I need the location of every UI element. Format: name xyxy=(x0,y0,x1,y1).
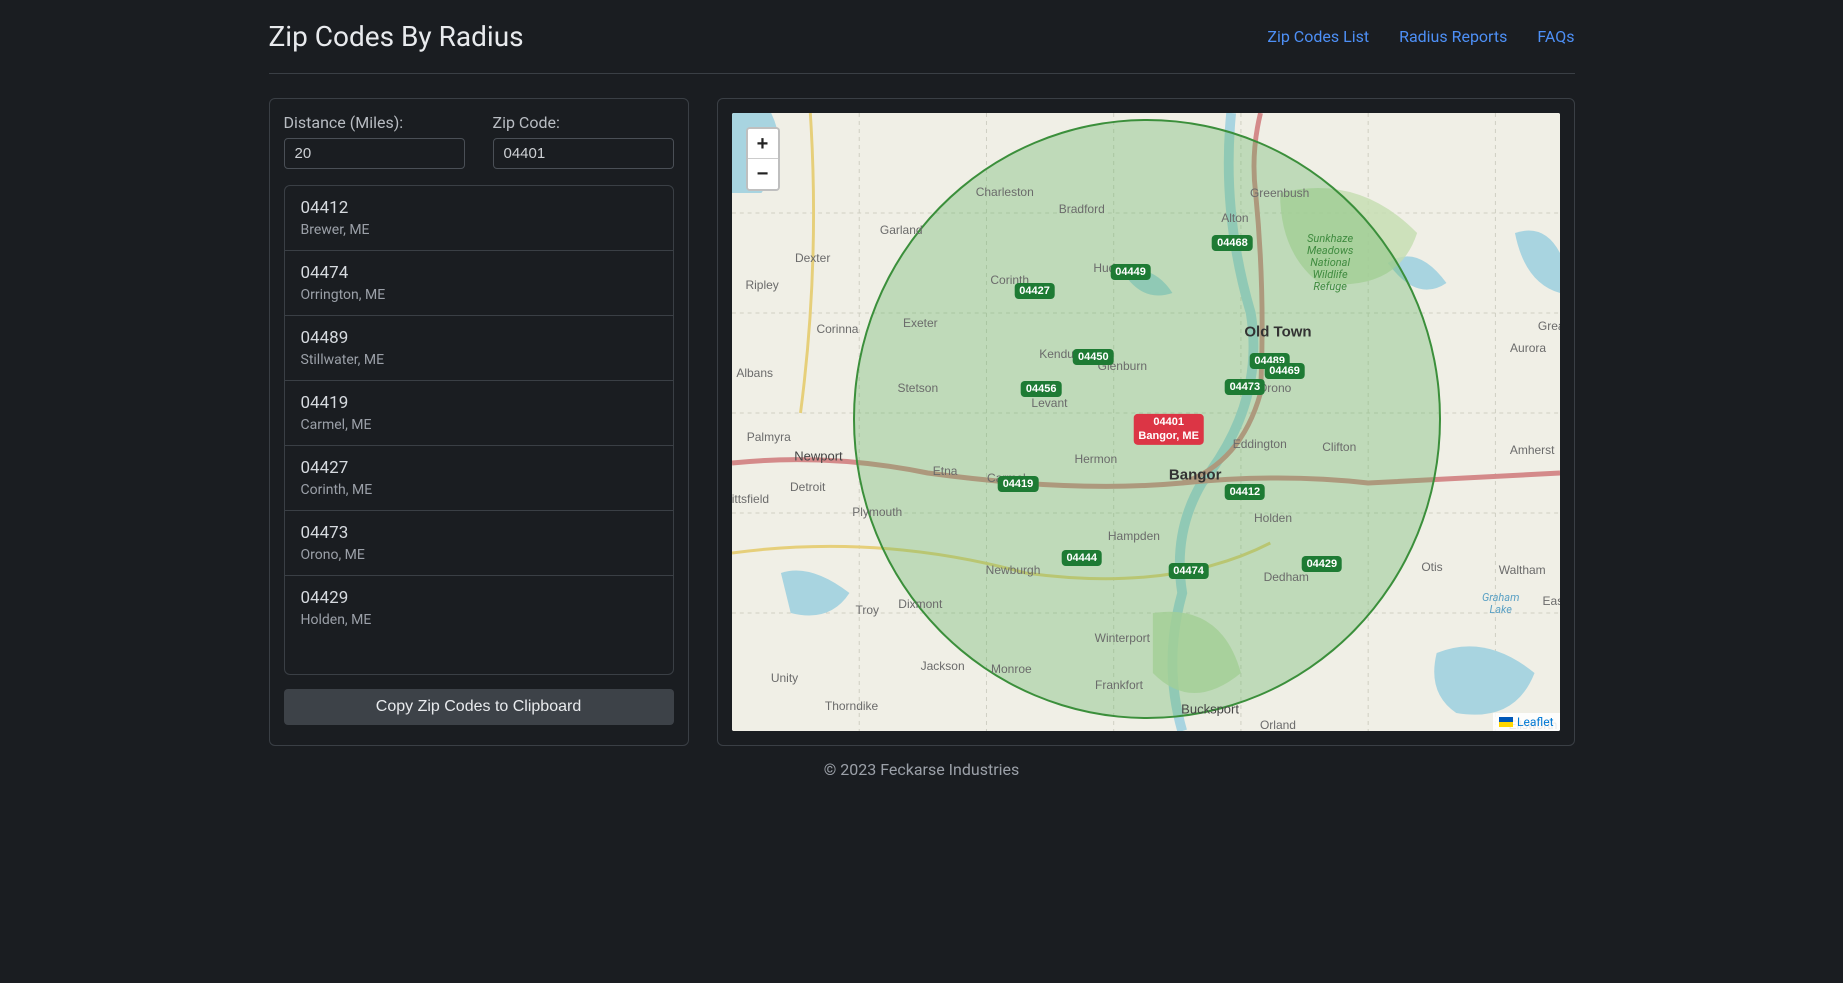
zip-marker[interactable]: 04474 xyxy=(1168,563,1209,579)
zipcode-group: Zip Code: xyxy=(493,113,674,169)
main-nav: Zip Codes List Radius Reports FAQs xyxy=(1267,27,1574,46)
zip-code-value: 04419 xyxy=(301,393,657,413)
list-item[interactable]: 04412 Brewer, ME xyxy=(285,186,673,251)
list-item[interactable]: 04419 Carmel, ME xyxy=(285,381,673,446)
footer: © 2023 Feckarse Industries xyxy=(269,746,1575,799)
zip-city-value: Orono, ME xyxy=(301,547,657,563)
zip-city-value: Carmel, ME xyxy=(301,417,657,433)
center-marker[interactable]: 04401Bangor, ME xyxy=(1133,414,1204,444)
zip-marker[interactable]: 04469 xyxy=(1264,363,1305,379)
page-title: Zip Codes By Radius xyxy=(269,20,524,53)
leaflet-link[interactable]: Leaflet xyxy=(1517,715,1553,729)
header: Zip Codes By Radius Zip Codes List Radiu… xyxy=(269,0,1575,74)
zip-marker[interactable]: 04412 xyxy=(1225,484,1266,500)
zoom-in-button[interactable]: + xyxy=(748,129,778,159)
zip-city-value: Stillwater, ME xyxy=(301,352,657,368)
zip-code-value: 04427 xyxy=(301,458,657,478)
list-item[interactable]: 04473 Orono, ME xyxy=(285,511,673,576)
zip-code-value: 04429 xyxy=(301,588,657,608)
sidebar: Distance (Miles): Zip Code: 04412 Brewer,… xyxy=(269,98,689,746)
zipcode-label: Zip Code: xyxy=(493,113,674,132)
zip-city-value: Holden, ME xyxy=(301,612,657,628)
zip-code-value: 04474 xyxy=(301,263,657,283)
list-item[interactable]: 04427 Corinth, ME xyxy=(285,446,673,511)
zip-marker[interactable]: 04456 xyxy=(1021,381,1062,397)
map[interactable]: + − Leaflet CharlestonBradfordGreenbushG… xyxy=(732,113,1560,731)
copy-button[interactable]: Copy Zip Codes to Clipboard xyxy=(284,689,674,725)
zoom-controls: + − xyxy=(746,127,780,191)
distance-group: Distance (Miles): xyxy=(284,113,465,169)
zip-code-value: 04473 xyxy=(301,523,657,543)
zip-marker[interactable]: 04450 xyxy=(1073,349,1114,365)
distance-label: Distance (Miles): xyxy=(284,113,465,132)
list-item[interactable]: 04474 Orrington, ME xyxy=(285,251,673,316)
leaflet-attribution[interactable]: Leaflet xyxy=(1493,713,1559,731)
zip-results-list[interactable]: 04412 Brewer, ME 04474 Orrington, ME 04489 St… xyxy=(284,185,674,675)
zip-marker[interactable]: 04444 xyxy=(1061,550,1102,566)
list-item[interactable]: 04489 Stillwater, ME xyxy=(285,316,673,381)
zip-marker[interactable]: 04429 xyxy=(1302,556,1343,572)
list-item[interactable]: 04429 Holden, ME xyxy=(285,576,673,640)
zipcode-input[interactable] xyxy=(493,138,674,169)
zip-city-value: Corinth, ME xyxy=(301,482,657,498)
content: Distance (Miles): Zip Code: 04412 Brewer,… xyxy=(269,74,1575,746)
map-panel: + − Leaflet CharlestonBradfordGreenbushG… xyxy=(717,98,1575,746)
zip-city-value: Orrington, ME xyxy=(301,287,657,303)
zip-marker[interactable]: 04427 xyxy=(1014,283,1055,299)
distance-input[interactable] xyxy=(284,138,465,169)
zip-code-value: 04489 xyxy=(301,328,657,348)
zip-city-value: Brewer, ME xyxy=(301,222,657,238)
nav-faqs[interactable]: FAQs xyxy=(1537,27,1574,46)
inputs-row: Distance (Miles): Zip Code: xyxy=(284,113,674,169)
zip-code-value: 04412 xyxy=(301,198,657,218)
zip-marker[interactable]: 04473 xyxy=(1225,379,1266,395)
zoom-out-button[interactable]: − xyxy=(748,159,778,189)
zip-marker[interactable]: 04419 xyxy=(998,476,1039,492)
zip-marker[interactable]: 04468 xyxy=(1212,235,1253,251)
nav-radius-reports[interactable]: Radius Reports xyxy=(1399,27,1507,46)
ukraine-flag-icon xyxy=(1499,717,1513,727)
nav-zip-codes-list[interactable]: Zip Codes List xyxy=(1267,27,1369,46)
zip-marker[interactable]: 04449 xyxy=(1110,264,1151,280)
